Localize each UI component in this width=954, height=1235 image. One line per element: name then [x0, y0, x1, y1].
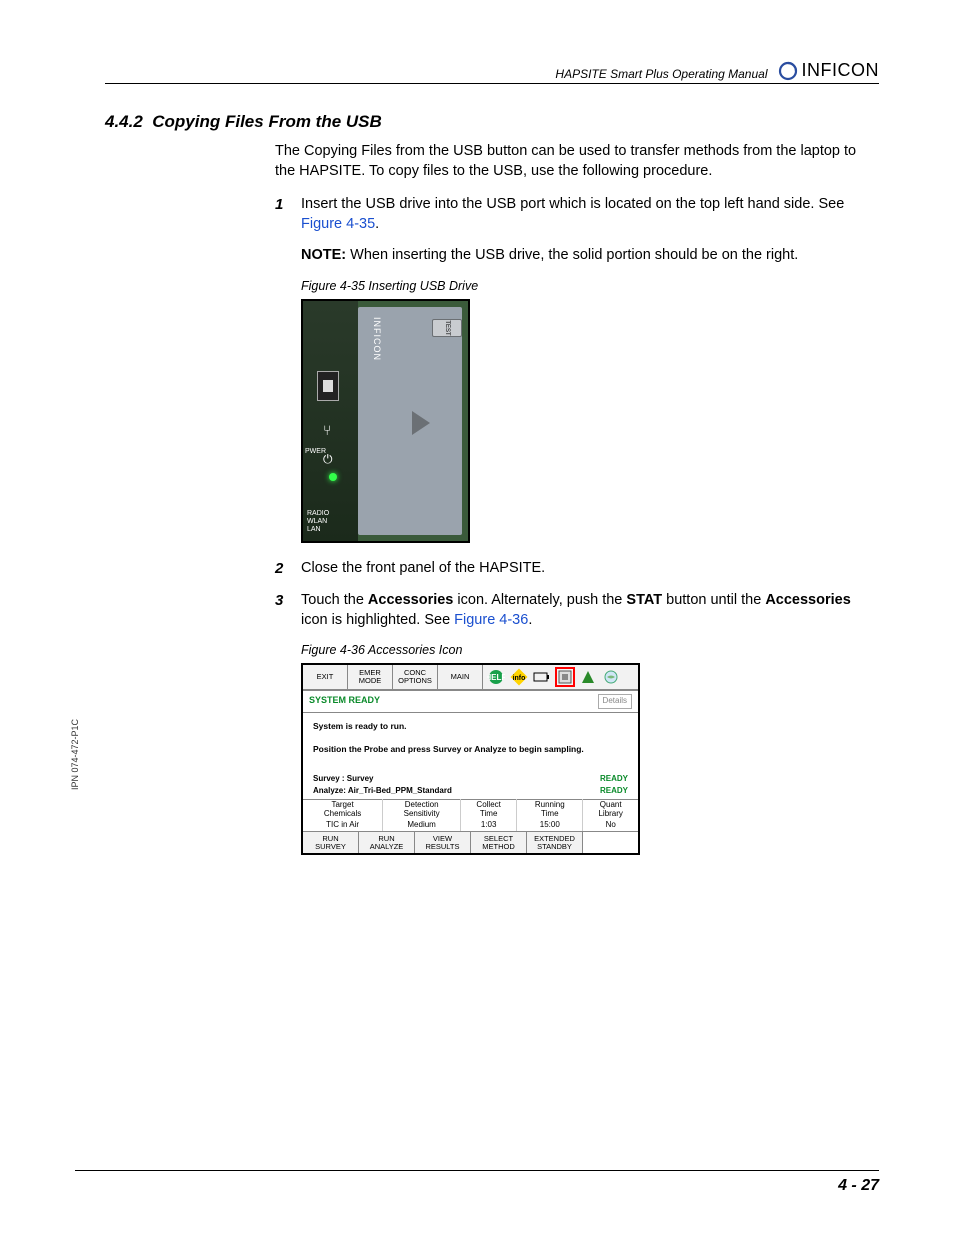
system-message: System is ready to run. Position the Pro…	[303, 713, 638, 774]
step-3: 3 Touch the Accessories icon. Alternatel…	[275, 591, 879, 630]
battery-icon	[532, 667, 552, 687]
figure-caption: Figure 4-36 Accessories Icon	[301, 642, 879, 659]
page: HAPSITE Smart Plus Operating Manual INFI…	[0, 0, 954, 1235]
note-label: NOTE:	[301, 247, 346, 263]
svg-text:HELP: HELP	[487, 673, 505, 682]
system-row: SYSTEM READY Details	[303, 690, 638, 713]
select-method-button[interactable]: SELECT METHOD	[471, 832, 527, 854]
led-indicator-icon	[329, 473, 337, 481]
info-icon[interactable]: info	[509, 667, 529, 687]
usb-port-icon	[317, 371, 339, 401]
figure-4-35: Figure 4-35 Inserting USB Drive INFICON …	[301, 278, 879, 543]
figure-4-35-image: INFICON TEST ⑂ PWER ⏻ RADIO WLAN LAN	[301, 299, 470, 543]
svg-text:info: info	[513, 675, 526, 682]
system-ready-label: SYSTEM READY	[309, 694, 380, 709]
table-header-row: Target Chemicals Detection Sensitivity C…	[303, 800, 638, 820]
exit-button[interactable]: EXIT	[303, 665, 348, 689]
extended-standby-button[interactable]: EXTENDED STANDBY	[527, 832, 583, 854]
run-analyze-button[interactable]: RUN ANALYZE	[359, 832, 415, 854]
note-block: NOTE: When inserting the USB drive, the …	[275, 246, 879, 266]
figure-4-36: Figure 4-36 Accessories Icon EXIT EMER M…	[301, 642, 879, 855]
ready-label: READY	[600, 786, 628, 797]
emer-mode-button[interactable]: EMER MODE	[348, 665, 393, 689]
step-1: 1 Insert the USB drive into the USB port…	[275, 195, 879, 234]
brand-logo: INFICON	[778, 60, 880, 81]
step-number: 1	[275, 195, 301, 234]
ui-topbar: EXIT EMER MODE CONC OPTIONS MAIN HELP in…	[303, 665, 638, 690]
accessories-icon[interactable]	[555, 667, 575, 687]
port-labels: RADIO WLAN LAN	[307, 510, 329, 535]
figure-link-4-36[interactable]: Figure 4-36	[454, 612, 528, 628]
step-text: Close the front panel of the HAPSITE.	[301, 559, 879, 579]
figure-link-4-35[interactable]: Figure 4-35	[301, 216, 375, 232]
status-icons: HELP info	[483, 665, 638, 689]
section-heading: 4.4.2 Copying Files From the USB	[105, 112, 879, 132]
warning-icon	[578, 667, 598, 687]
main-button[interactable]: MAIN	[438, 665, 483, 689]
test-button-photo: TEST	[432, 319, 462, 337]
page-header: HAPSITE Smart Plus Operating Manual INFI…	[105, 60, 879, 84]
table-data-row: TIC in Air Medium 1:03 15:00 No	[303, 820, 638, 831]
globe-icon	[601, 667, 621, 687]
note-text: When inserting the USB drive, the solid …	[350, 247, 798, 263]
step-number: 3	[275, 591, 301, 630]
ready-label: READY	[600, 774, 628, 785]
manual-title: HAPSITE Smart Plus Operating Manual	[555, 67, 767, 81]
analyze-line: Analyze: Air_Tri-Bed_PPM_Standard READY	[303, 786, 638, 799]
intro-paragraph: The Copying Files from the USB button ca…	[275, 142, 879, 181]
brand-text: INFICON	[802, 60, 880, 81]
run-survey-button[interactable]: RUN SURVEY	[303, 832, 359, 854]
body: The Copying Files from the USB button ca…	[275, 142, 879, 855]
page-number: 4 - 27	[75, 1170, 879, 1195]
step-text: Touch the Accessories icon. Alternately,…	[301, 591, 879, 630]
power-icon: ⏻	[323, 451, 333, 467]
status-table: Target Chemicals Detection Sensitivity C…	[303, 799, 638, 830]
step-text: Insert the USB drive into the USB port w…	[301, 195, 879, 234]
blank-button	[583, 832, 638, 854]
bottom-buttons: RUN SURVEY RUN ANALYZE VIEW RESULTS SELE…	[303, 831, 638, 854]
survey-line: Survey : Survey READY	[303, 774, 638, 787]
figure-4-36-image: EXIT EMER MODE CONC OPTIONS MAIN HELP in…	[301, 663, 640, 855]
details-button[interactable]: Details	[598, 694, 632, 709]
step-number: 2	[275, 559, 301, 579]
help-icon[interactable]: HELP	[486, 667, 506, 687]
conc-options-button[interactable]: CONC OPTIONS	[393, 665, 438, 689]
play-icon	[412, 411, 430, 435]
doc-ipn: IPN 074-472-P1C	[70, 719, 80, 790]
logo-icon	[778, 61, 798, 81]
figure-caption: Figure 4-35 Inserting USB Drive	[301, 278, 879, 295]
view-results-button[interactable]: VIEW RESULTS	[415, 832, 471, 854]
usb-symbol-icon: ⑂	[323, 421, 331, 440]
step-2: 2 Close the front panel of the HAPSITE.	[275, 559, 879, 579]
